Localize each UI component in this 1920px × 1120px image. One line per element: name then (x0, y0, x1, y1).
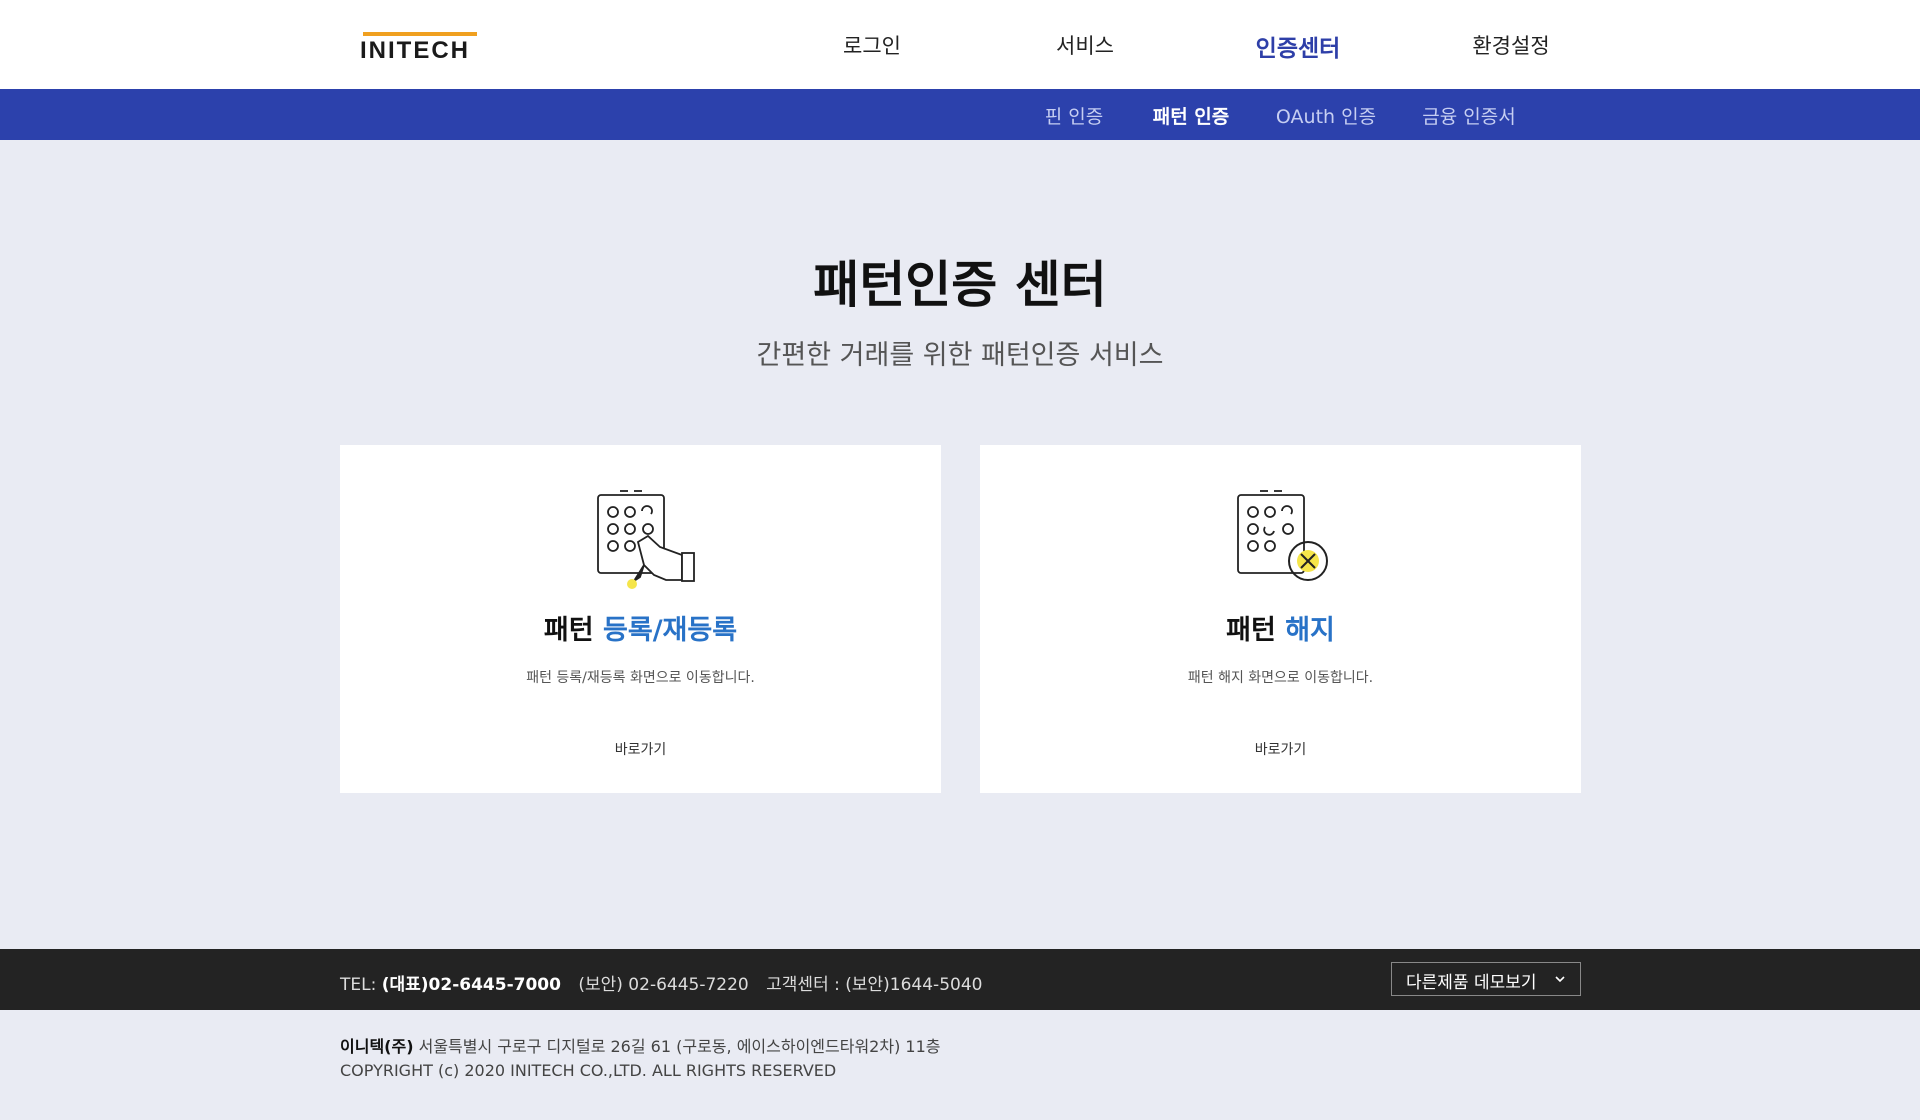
page-subtitle: 간편한 거래를 위한 패턴인증 서비스 (756, 340, 1164, 371)
cancel-card[interactable]: 패턴 해지 패턴 해지 화면으로 이동합니다. 바로가기 (980, 445, 1581, 793)
chevron-down-icon (1555, 976, 1565, 983)
demo-select-label: 다른제품 데모보기 (1406, 973, 1537, 993)
register-card-description: 패턴 등록/재등록 화면으로 이동합니다. (526, 670, 755, 686)
company-name: 이니텍(주) (340, 1037, 414, 1056)
footer-contact-bar: TEL: (대표)02-6445-7000 (보안) 02-6445-7220 … (0, 949, 1920, 1010)
register-shortcut-link[interactable]: 바로가기 (615, 739, 667, 759)
cancel-card-description: 패턴 해지 화면으로 이동합니다. (1187, 670, 1374, 686)
cancel-shortcut-link[interactable]: 바로가기 (1255, 739, 1307, 759)
other-products-demo-select[interactable]: 다른제품 데모보기 (1391, 962, 1581, 996)
cancel-card-title: 패턴 해지 (980, 608, 1581, 647)
nav-login[interactable]: 로그인 (843, 30, 901, 60)
nav-service[interactable]: 서비스 (1056, 30, 1114, 60)
support-center: 고객센터 : (보안)1644-5040 (766, 975, 983, 995)
copyright: COPYRIGHT (c) 2020 INITECH CO.,LTD. ALL … (340, 1061, 837, 1080)
pattern-register-icon (596, 490, 695, 589)
tel-label: TEL: (340, 975, 377, 995)
tel-main: (대표)02-6445-7000 (381, 975, 561, 995)
subnav-pin-auth[interactable]: 핀 인증 (1045, 102, 1103, 129)
register-title-accent: 등록/재등록 (603, 615, 738, 646)
nav-auth-center[interactable]: 인증센터 (1256, 29, 1341, 63)
sub-nav: 핀 인증 패턴 인증 OAuth 인증 금융 인증서 (0, 89, 1920, 140)
tel-security: (보안) 02-6445-7220 (578, 975, 749, 995)
header: INITECH 로그인 서비스 인증센터 환경설정 (0, 0, 1920, 89)
page-title: 패턴인증 센터 (813, 256, 1107, 314)
subnav-oauth[interactable]: OAuth 인증 (1276, 102, 1376, 129)
cancel-title-accent: 해지 (1285, 615, 1335, 646)
main-nav: 로그인 서비스 인증센터 환경설정 (0, 30, 1920, 64)
contact-info: TEL: (대표)02-6445-7000 (보안) 02-6445-7220 … (340, 970, 982, 995)
register-card[interactable]: 패턴 등록/재등록 패턴 등록/재등록 화면으로 이동합니다. 바로가기 (340, 445, 941, 793)
subnav-financial-cert[interactable]: 금융 인증서 (1422, 102, 1515, 129)
pattern-cancel-icon (1236, 490, 1328, 581)
register-title-prefix: 패턴 (543, 615, 594, 646)
company-address: 이니텍(주) 서울특별시 구로구 디지털로 26길 61 (구로동, 에이스하이… (340, 1033, 940, 1057)
cancel-title-prefix: 패턴 (1226, 615, 1276, 646)
address-text: 서울특별시 구로구 디지털로 26길 61 (구로동, 에이스하이엔드타워2차)… (418, 1037, 941, 1056)
nav-settings[interactable]: 환경설정 (1472, 30, 1549, 60)
register-card-title: 패턴 등록/재등록 (340, 608, 941, 647)
subnav-pattern-auth[interactable]: 패턴 인증 (1153, 102, 1230, 129)
